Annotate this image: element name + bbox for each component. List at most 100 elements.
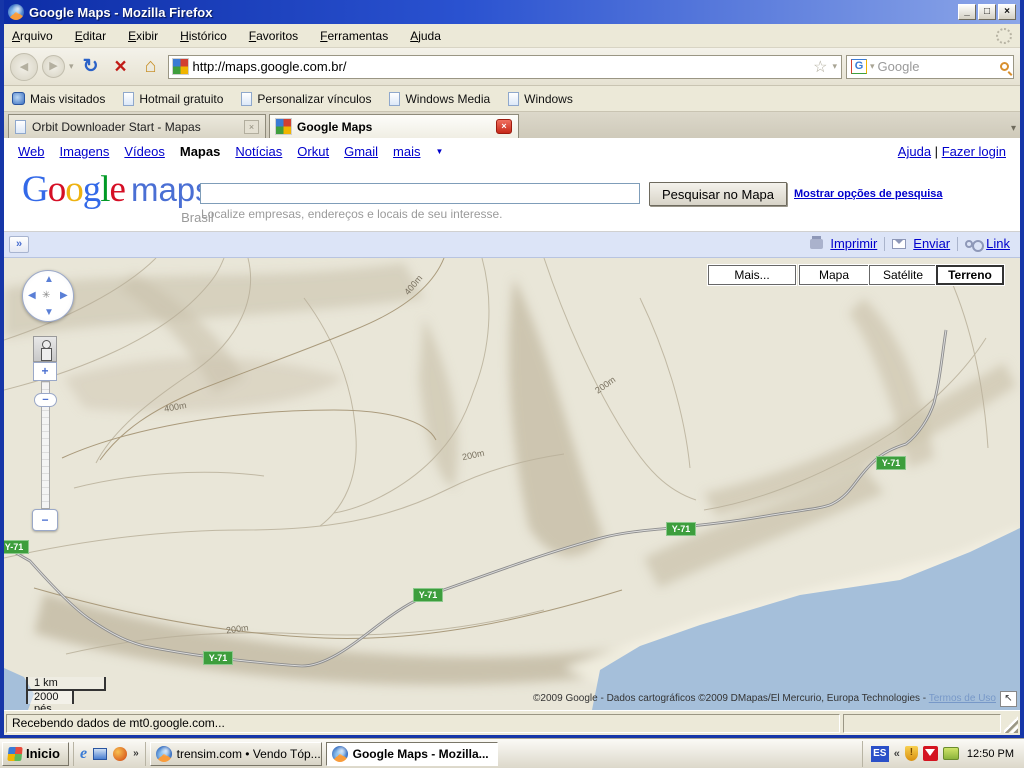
- bookmark-windows[interactable]: Windows: [508, 92, 573, 106]
- link-imagens[interactable]: Imagens: [60, 144, 110, 159]
- map-type-mapa-button[interactable]: Mapa: [799, 265, 869, 285]
- address-bar[interactable]: ☆ ▾: [168, 55, 842, 79]
- collapse-corner-icon[interactable]: ↖: [1000, 691, 1017, 707]
- scale-km-label: 1 km: [26, 677, 106, 691]
- start-button[interactable]: Inicio: [2, 742, 69, 766]
- search-engine-icon[interactable]: G: [851, 59, 867, 74]
- back-button[interactable]: ◀: [10, 53, 38, 81]
- map-search-button[interactable]: Pesquisar no Mapa: [649, 182, 787, 206]
- road-badge-y71: Y-71: [876, 456, 906, 470]
- map-canvas[interactable]: Mais... Mapa Satélite Terreno Y-71 Y-71 …: [4, 258, 1020, 710]
- menu-historico[interactable]: Histórico: [180, 29, 227, 43]
- link-gmail[interactable]: Gmail: [344, 144, 378, 159]
- email-icon: [892, 239, 906, 249]
- search-input[interactable]: Google: [878, 59, 997, 74]
- forward-button[interactable]: ▶: [42, 55, 65, 78]
- imprimir-link[interactable]: Imprimir: [830, 236, 877, 251]
- logo-letter: G: [22, 169, 48, 210]
- security-shield-icon[interactable]: !: [905, 746, 918, 761]
- link-fazer-login[interactable]: Fazer login: [942, 144, 1006, 159]
- search-icon[interactable]: [1000, 62, 1009, 71]
- tab-close-icon[interactable]: ×: [244, 120, 259, 134]
- zoom-in-button[interactable]: +: [33, 362, 57, 381]
- taskbar-button-trensim[interactable]: trensim.com • Vendo Tóp...: [150, 742, 322, 766]
- bookmark-windows-media[interactable]: Windows Media: [389, 92, 490, 106]
- pan-down-icon[interactable]: ▼: [44, 308, 54, 318]
- pan-right-icon[interactable]: ▶: [60, 291, 68, 301]
- link-mais[interactable]: mais: [393, 144, 420, 159]
- home-icon[interactable]: ⌂: [138, 55, 164, 78]
- zoom-out-button[interactable]: −: [32, 509, 58, 531]
- menu-arquivo[interactable]: Arquivo: [12, 29, 53, 43]
- tab-bar: Orbit Downloader Start - Mapas × Google …: [4, 112, 1020, 138]
- link-noticias[interactable]: Notícias: [235, 144, 282, 159]
- menu-ajuda[interactable]: Ajuda: [410, 29, 441, 43]
- pan-left-icon[interactable]: ◀: [28, 291, 36, 301]
- tab-orbit-downloader[interactable]: Orbit Downloader Start - Mapas ×: [8, 114, 266, 138]
- pan-up-icon[interactable]: ▲: [44, 275, 54, 285]
- start-label: Inicio: [26, 746, 60, 761]
- antivirus-icon[interactable]: [923, 746, 938, 761]
- map-type-terreno-button[interactable]: Terreno: [936, 265, 1004, 285]
- menu-ferramentas[interactable]: Ferramentas: [320, 29, 388, 43]
- list-all-tabs-icon[interactable]: ▾: [1011, 123, 1016, 134]
- zoom-slider-handle[interactable]: −: [34, 393, 57, 407]
- maximize-button[interactable]: □: [978, 4, 996, 20]
- tray-chevron-icon[interactable]: «: [894, 748, 900, 760]
- internet-explorer-icon[interactable]: e: [80, 745, 87, 763]
- enviar-link[interactable]: Enviar: [913, 236, 950, 251]
- bookmark-hotmail[interactable]: Hotmail gratuito: [123, 92, 223, 106]
- menu-favoritos[interactable]: Favoritos: [249, 29, 298, 43]
- taskbar-button-google-maps[interactable]: Google Maps - Mozilla...: [326, 742, 498, 766]
- mail-app-icon[interactable]: [93, 748, 107, 760]
- tab-google-maps[interactable]: Google Maps ×: [269, 114, 519, 138]
- link-web[interactable]: Web: [18, 144, 45, 159]
- reload-icon[interactable]: ↻: [78, 55, 104, 78]
- back-icon: ◀: [20, 61, 28, 73]
- map-search-input[interactable]: [200, 183, 640, 204]
- link-videos[interactable]: Vídeos: [124, 144, 164, 159]
- stop-icon[interactable]: ×: [108, 55, 134, 79]
- bookmark-mais-visitados[interactable]: Mais visitados: [12, 92, 105, 106]
- street-view-pegman[interactable]: [33, 336, 57, 362]
- page-icon: [389, 92, 400, 106]
- search-engine-dropdown-icon[interactable]: ▾: [870, 61, 875, 72]
- close-button[interactable]: ×: [998, 4, 1016, 20]
- menu-editar[interactable]: Editar: [75, 29, 106, 43]
- mais-dropdown-icon[interactable]: ▼: [436, 147, 444, 156]
- language-indicator[interactable]: ES: [871, 746, 889, 762]
- web-search-box[interactable]: G ▾ Google: [846, 55, 1014, 79]
- firefox-icon: [332, 746, 348, 762]
- menu-exibir[interactable]: Exibir: [128, 29, 158, 43]
- resize-grip[interactable]: [1004, 714, 1018, 733]
- link-link[interactable]: Link: [986, 236, 1010, 251]
- terms-link[interactable]: Termos de Uso: [929, 693, 996, 704]
- link-ajuda[interactable]: Ajuda: [898, 144, 931, 159]
- divider: [884, 237, 885, 251]
- minimize-button[interactable]: _: [958, 4, 976, 20]
- bookmark-personalizar[interactable]: Personalizar vínculos: [241, 92, 371, 106]
- status-bar: Recebendo dados de mt0.google.com...: [4, 710, 1020, 735]
- browser-window: Google Maps - Mozilla Firefox _ □ × Arqu…: [0, 0, 1024, 738]
- map-type-satelite-button[interactable]: Satélite: [869, 265, 937, 285]
- tray-app-icon[interactable]: [943, 747, 959, 760]
- urlbar-dropdown-icon[interactable]: ▾: [832, 61, 837, 72]
- url-input[interactable]: [193, 59, 809, 74]
- task-label: trensim.com • Vendo Tóp...: [177, 747, 321, 761]
- bookmark-star-icon[interactable]: ☆: [813, 57, 827, 77]
- tab-close-icon[interactable]: ×: [496, 119, 512, 134]
- search-options-link[interactable]: Mostrar opções de pesquisa: [794, 188, 943, 200]
- quick-launch-overflow-icon[interactable]: »: [133, 748, 139, 759]
- map-scale: 1 km 2000 pés: [26, 677, 106, 704]
- sidebar-expand-icon[interactable]: »: [9, 236, 29, 253]
- map-pan-control[interactable]: ▲ ▼ ◀ ▶ ✳: [22, 270, 74, 322]
- page-icon: [15, 120, 26, 134]
- road-badge-y71: Y-71: [413, 588, 443, 602]
- logo-letter: e: [110, 169, 125, 210]
- road-badge-y71: Y-71: [4, 540, 29, 554]
- menu-bar: Arquivo Editar Exibir Histórico Favorito…: [4, 24, 1020, 48]
- link-orkut[interactable]: Orkut: [297, 144, 329, 159]
- orbit-downloader-icon[interactable]: [113, 747, 127, 761]
- map-more-button[interactable]: Mais...: [708, 265, 796, 285]
- history-dropdown-icon[interactable]: ▾: [69, 61, 74, 72]
